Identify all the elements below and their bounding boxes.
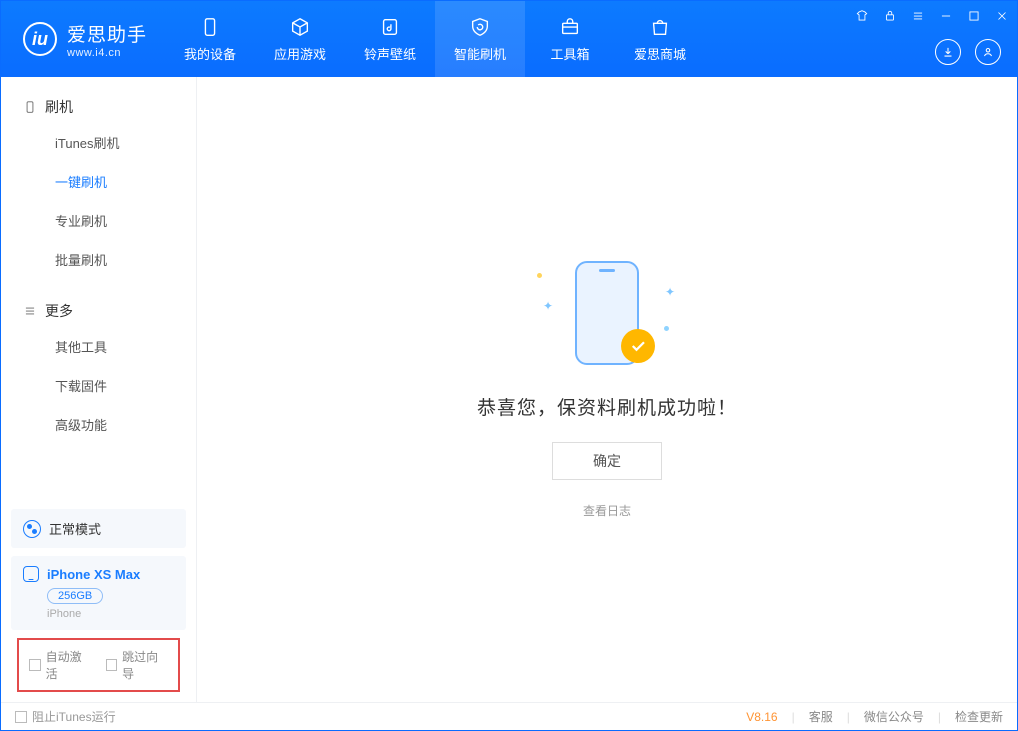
nav-ringtone-wallpaper[interactable]: 铃声壁纸 [345,1,435,77]
success-message: 恭喜您，保资料刷机成功啦！ [477,393,737,420]
sidebar-item-oneclick-flash[interactable]: 一键刷机 [1,162,196,201]
view-log-link[interactable]: 查看日志 [583,502,631,519]
sparkle-icon: ✦ [665,285,675,299]
shopping-bag-icon [649,16,671,38]
app-header: iu 爱思助手 www.i4.cn 我的设备 应用游戏 铃声壁纸 智能刷机 工具… [1,1,1017,77]
nav-label: 铃声壁纸 [364,44,416,63]
sidebar-item-download-firmware[interactable]: 下载固件 [1,366,196,405]
device-name: iPhone XS Max [47,567,140,582]
sidebar-item-itunes-flash[interactable]: iTunes刷机 [1,123,196,162]
group-label: 更多 [45,301,73,321]
nav-label: 应用游戏 [274,44,326,63]
checkbox-box-icon [29,659,41,671]
device-icon [199,16,221,38]
nav-my-device[interactable]: 我的设备 [165,1,255,77]
cube-icon [289,16,311,38]
decor-dot-icon [664,326,669,331]
app-name: 爱思助手 [67,20,147,47]
device-small-icon [23,566,39,582]
sidebar-item-advanced[interactable]: 高级功能 [1,405,196,444]
nav-store[interactable]: 爱思商城 [615,1,705,77]
check-update-link[interactable]: 检查更新 [955,708,1003,725]
music-note-icon [379,16,401,38]
list-icon [23,304,37,318]
toolbox-icon [559,16,581,38]
menu-icon[interactable] [909,7,927,25]
sidebar-group-header-flash[interactable]: 刷机 [1,91,196,123]
decor-dot-icon [537,273,542,278]
shield-refresh-icon [469,16,491,38]
download-icon[interactable] [935,39,961,65]
close-icon[interactable] [993,7,1011,25]
checkbox-auto-activate[interactable]: 自动激活 [29,648,92,682]
success-illustration: ✦ ✦ [537,261,677,371]
checkbox-block-itunes[interactable]: 阻止iTunes运行 [15,708,116,725]
nav-toolbox[interactable]: 工具箱 [525,1,615,77]
separator: | [792,710,795,724]
nav-label: 智能刷机 [454,44,506,63]
sidebar-group-more: 更多 其他工具 下载固件 高级功能 [1,295,196,444]
main-nav: 我的设备 应用游戏 铃声壁纸 智能刷机 工具箱 爱思商城 [165,1,705,77]
checkbox-label: 跳过向导 [122,648,168,682]
logo-icon: iu [23,22,57,56]
group-label: 刷机 [45,97,73,117]
user-icon[interactable] [975,39,1001,65]
checkbox-skip-guide[interactable]: 跳过向导 [106,648,169,682]
nav-label: 我的设备 [184,44,236,63]
maximize-icon[interactable] [965,7,983,25]
shirt-icon[interactable] [853,7,871,25]
ok-button[interactable]: 确定 [552,442,662,480]
checkbox-box-icon [15,711,27,723]
app-body: 刷机 iTunes刷机 一键刷机 专业刷机 批量刷机 更多 其他工具 下载固件 … [1,77,1017,702]
minimize-icon[interactable] [937,7,955,25]
main-content: ✦ ✦ 恭喜您，保资料刷机成功啦！ 确定 查看日志 [197,77,1017,702]
checkbox-label: 自动激活 [46,648,92,682]
support-link[interactable]: 客服 [809,708,833,725]
mode-icon [23,520,41,538]
sidebar-bottom: 正常模式 iPhone XS Max 256GB iPhone 自动激活 跳过向… [1,509,196,702]
nav-apps-games[interactable]: 应用游戏 [255,1,345,77]
mode-label: 正常模式 [49,519,101,538]
sidebar-scroll: 刷机 iTunes刷机 一键刷机 专业刷机 批量刷机 更多 其他工具 下载固件 … [1,77,196,509]
nav-label: 工具箱 [551,44,590,63]
separator: | [847,710,850,724]
mode-card[interactable]: 正常模式 [11,509,186,548]
header-action-icons [935,39,1001,65]
wechat-link[interactable]: 微信公众号 [864,708,924,725]
device-type: iPhone [47,608,174,620]
version-label: V8.16 [746,710,777,724]
sidebar-group-header-more[interactable]: 更多 [1,295,196,327]
nav-smart-flash[interactable]: 智能刷机 [435,1,525,77]
logo-text: 爱思助手 www.i4.cn [67,20,147,59]
highlighted-options: 自动激活 跳过向导 [17,638,180,692]
footer-right: V8.16 | 客服 | 微信公众号 | 检查更新 [746,708,1003,725]
sidebar-item-other-tools[interactable]: 其他工具 [1,327,196,366]
sidebar-item-pro-flash[interactable]: 专业刷机 [1,201,196,240]
sidebar-group-flash: 刷机 iTunes刷机 一键刷机 专业刷机 批量刷机 [1,91,196,279]
nav-label: 爱思商城 [634,44,686,63]
checkbox-box-icon [106,659,118,671]
lock-icon[interactable] [881,7,899,25]
success-check-icon [621,329,655,363]
separator: | [938,710,941,724]
device-capacity: 256GB [47,588,103,604]
status-bar: 阻止iTunes运行 V8.16 | 客服 | 微信公众号 | 检查更新 [1,702,1017,730]
checkbox-label: 阻止iTunes运行 [32,708,116,725]
window-controls [853,7,1011,25]
sparkle-icon: ✦ [543,299,553,313]
phone-outline-icon [23,100,37,114]
app-url: www.i4.cn [67,47,147,59]
sidebar-item-batch-flash[interactable]: 批量刷机 [1,240,196,279]
app-logo: iu 爱思助手 www.i4.cn [1,1,165,77]
device-card[interactable]: iPhone XS Max 256GB iPhone [11,556,186,630]
sidebar: 刷机 iTunes刷机 一键刷机 专业刷机 批量刷机 更多 其他工具 下载固件 … [1,77,197,702]
